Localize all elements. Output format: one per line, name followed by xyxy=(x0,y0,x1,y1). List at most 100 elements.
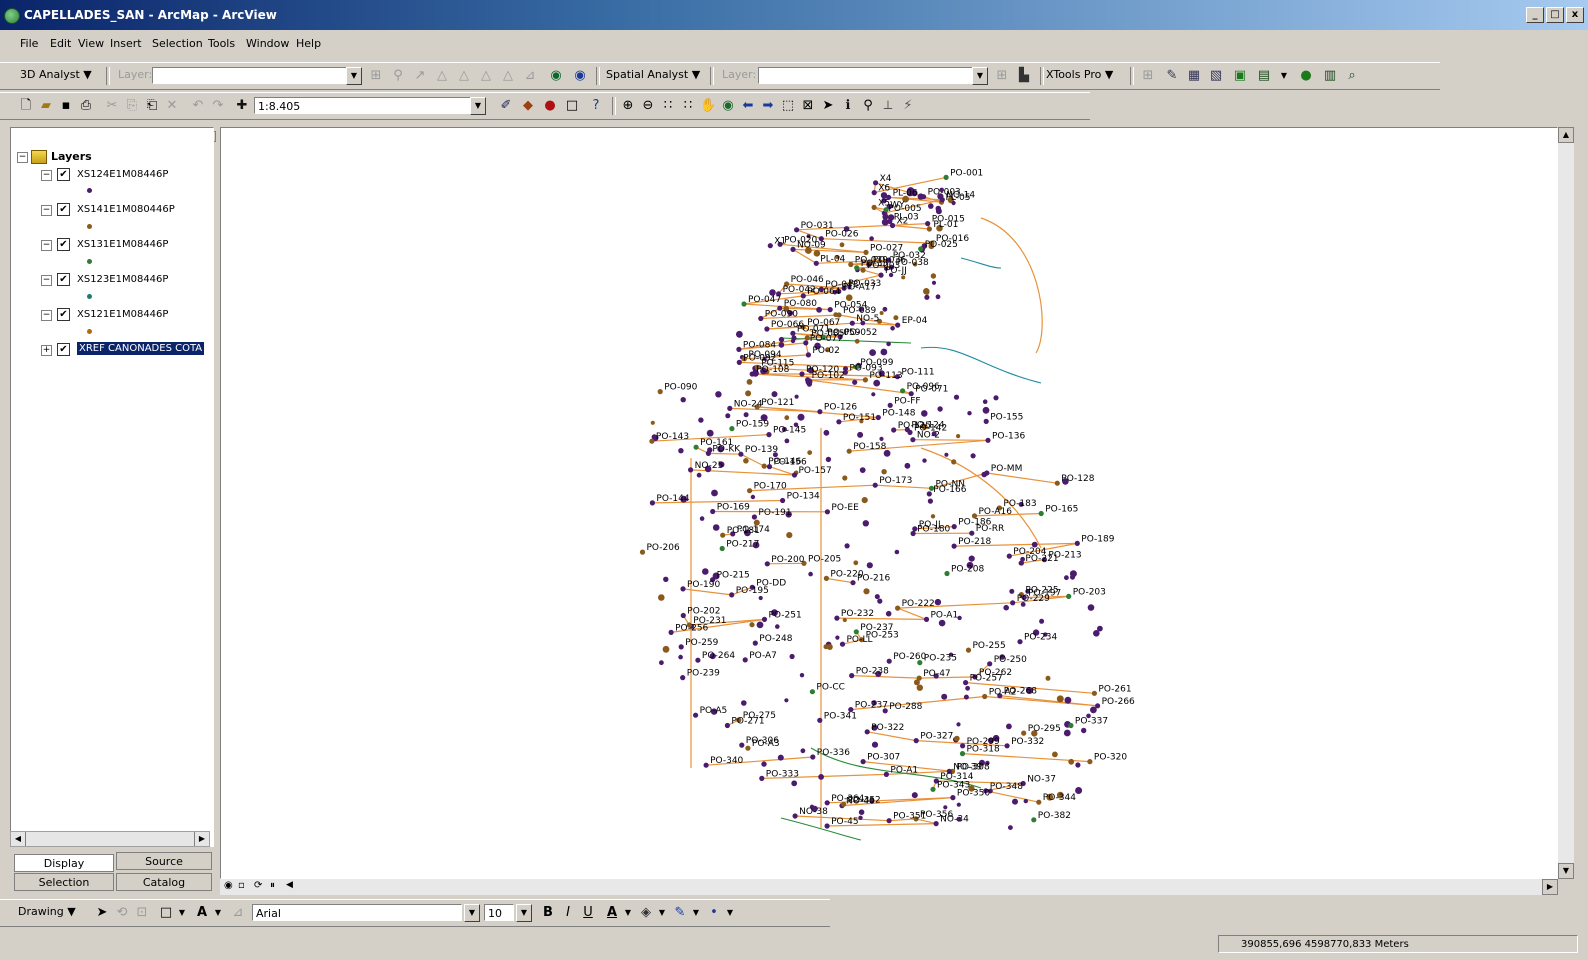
menu-view[interactable]: View xyxy=(78,37,104,50)
line-of-sight-icon[interactable]: ↗ xyxy=(412,68,428,84)
spatial-analyst-menu[interactable]: Spatial Analyst ▼ xyxy=(606,68,700,81)
layer-collapse-icon[interactable]: − xyxy=(41,240,52,251)
tab-source[interactable]: Source xyxy=(116,852,212,870)
command-line-icon[interactable]: □ xyxy=(564,98,580,114)
xtools-layout-icon[interactable]: ▤ xyxy=(1256,68,1272,84)
fill-color-icon[interactable]: ◈ xyxy=(638,905,654,921)
layer-collapse-icon[interactable]: − xyxy=(41,205,52,216)
clear-selection-icon[interactable]: ⊠ xyxy=(800,98,816,114)
forward-extent-icon[interactable]: ➡ xyxy=(760,98,776,114)
map-scale-input[interactable]: 1:8.405 xyxy=(254,97,484,114)
font-size-select[interactable]: 10 xyxy=(484,904,514,921)
redo-icon[interactable]: ↷ xyxy=(210,98,226,114)
scroll-right-icon[interactable]: ▶ xyxy=(1542,879,1558,895)
xtools-table-icon[interactable]: ⊞ xyxy=(1140,68,1156,84)
editor-toolbar-icon[interactable]: ✐ xyxy=(498,98,514,114)
data-view-icon[interactable]: ◉ xyxy=(224,880,233,891)
interpolate-point-icon[interactable]: △ xyxy=(456,68,472,84)
layer-collapse-icon[interactable]: − xyxy=(41,275,52,286)
contour-icon[interactable]: ⊞ xyxy=(368,68,384,84)
minimize-button[interactable]: _ xyxy=(1526,7,1544,23)
fixed-zoom-in-icon[interactable]: ∷ xyxy=(660,98,676,114)
new-document-icon[interactable]: 🗋 xyxy=(18,98,34,114)
new-text-icon[interactable]: A xyxy=(194,905,210,921)
menu-edit[interactable]: Edit xyxy=(50,37,71,50)
layer-expand-icon[interactable]: + xyxy=(41,345,52,356)
arcglobe-icon[interactable]: ◉ xyxy=(572,68,588,84)
xtools-grid-icon[interactable]: ▦ xyxy=(1186,68,1202,84)
menu-insert[interactable]: Insert xyxy=(110,37,142,50)
refresh-icon[interactable]: ⟳ xyxy=(254,880,262,891)
layer-name[interactable]: XS123E1M08446P xyxy=(77,274,168,285)
contour-spatial-icon[interactable]: ⊞ xyxy=(994,68,1010,84)
histogram-icon[interactable]: ▙ xyxy=(1016,68,1032,84)
layer-visibility-checkbox[interactable]: ✔ xyxy=(57,168,70,181)
back-extent-icon[interactable]: ⬅ xyxy=(740,98,756,114)
layer-name[interactable]: XS121E1M08446P xyxy=(77,309,168,320)
hyperlink-icon[interactable]: ⚡ xyxy=(900,98,916,114)
layout-view-icon[interactable]: ▫ xyxy=(238,880,245,891)
find-icon[interactable]: ⚲ xyxy=(860,98,876,114)
font-dropdown-icon[interactable]: ▼ xyxy=(464,904,480,922)
layer-name[interactable]: XS124E1M08446P xyxy=(77,169,168,180)
underline-button[interactable]: U xyxy=(580,905,596,921)
xtools-convert-icon[interactable]: ▧ xyxy=(1208,68,1224,84)
layer-collapse-icon[interactable]: − xyxy=(41,310,52,321)
save-icon[interactable]: ▪ xyxy=(58,98,74,114)
layer-visibility-checkbox[interactable]: ✔ xyxy=(57,273,70,286)
arctoolbox-icon[interactable]: ◆ xyxy=(520,98,536,114)
bold-button[interactable]: B xyxy=(540,905,556,921)
fill-color-dropdown-icon[interactable]: ▼ xyxy=(654,905,670,921)
spatial-layer-select[interactable] xyxy=(758,67,988,84)
text-dropdown-icon[interactable]: ▼ xyxy=(210,905,226,921)
cut-icon[interactable]: ✂ xyxy=(104,98,120,114)
layers-root-label[interactable]: Layers xyxy=(51,150,92,163)
font-color-icon[interactable]: A xyxy=(604,905,620,921)
pause-icon[interactable]: ⏸ xyxy=(270,880,275,891)
restore-button[interactable]: □ xyxy=(1546,7,1564,23)
font-color-dropdown-icon[interactable]: ▼ xyxy=(620,905,636,921)
rotate-icon[interactable]: ⟲ xyxy=(114,905,130,921)
map-display[interactable]: PO-001 X6 X4 PO-003 PL-05 PL-06 NO-14 PO-005 X5 W… xyxy=(220,127,1558,879)
rectangle-icon[interactable]: □ xyxy=(158,905,174,921)
tab-selection[interactable]: Selection xyxy=(14,873,114,891)
font-size-dropdown-icon[interactable]: ▼ xyxy=(516,904,532,922)
edit-vertices-icon[interactable]: ⊿ xyxy=(230,905,246,921)
map-horizontal-scrollbar[interactable]: ◉ ▫ ⟳ ⏸ ◀ ▶ xyxy=(220,879,1558,895)
scale-dropdown-icon[interactable]: ▼ xyxy=(470,97,486,115)
3d-analyst-menu[interactable]: 3D Analyst ▼ xyxy=(20,68,92,81)
scroll-left-icon[interactable]: ◀ xyxy=(11,832,26,846)
font-name-select[interactable]: Arial xyxy=(252,904,462,921)
scroll-right-icon[interactable]: ▶ xyxy=(194,832,209,846)
steepest-path-icon[interactable]: ⚲ xyxy=(390,68,406,84)
select-elements-icon[interactable]: ➤ xyxy=(94,905,110,921)
select-features-icon[interactable]: ⬚ xyxy=(780,98,796,114)
line-color-dropdown-icon[interactable]: ▼ xyxy=(688,905,704,921)
xtools-add-icon[interactable]: ▣ xyxy=(1232,68,1248,84)
whats-this-icon[interactable]: ? xyxy=(588,98,604,114)
menu-help[interactable]: Help xyxy=(296,37,321,50)
paste-icon[interactable]: ⎗ xyxy=(144,98,160,114)
xtools-pro-menu[interactable]: XTools Pro ▼ xyxy=(1046,68,1113,81)
fixed-zoom-out-icon[interactable]: ∷ xyxy=(680,98,696,114)
spatial-layer-dropdown-icon[interactable]: ▼ xyxy=(972,67,988,85)
interpolate-polygon-icon[interactable]: △ xyxy=(500,68,516,84)
line-color-icon[interactable]: ✎ xyxy=(672,905,688,921)
identify-icon[interactable]: ℹ xyxy=(840,98,856,114)
print-icon[interactable]: ⎙ xyxy=(78,98,94,114)
undo-icon[interactable]: ↶ xyxy=(190,98,206,114)
xtools-info-icon[interactable]: ● xyxy=(1298,68,1314,84)
scroll-left-icon[interactable]: ◀ xyxy=(286,880,293,890)
add-data-icon[interactable]: ✚ xyxy=(234,98,250,114)
xtools-search-icon[interactable]: ⌕ xyxy=(1344,68,1360,84)
layer-visibility-checkbox[interactable]: ✔ xyxy=(57,308,70,321)
layer-name[interactable]: XS141E1M080446P xyxy=(77,204,175,215)
marker-color-dropdown-icon[interactable]: ▼ xyxy=(722,905,738,921)
layer-visibility-checkbox[interactable]: ✔ xyxy=(57,343,70,356)
xtools-dropdown-icon[interactable]: ▼ xyxy=(1276,68,1292,84)
layer-name[interactable]: XREF CANONADES COTA xyxy=(77,342,205,355)
zoom-out-icon[interactable]: ⊖ xyxy=(640,98,656,114)
layer-name[interactable]: XS131E1M08446P xyxy=(77,239,168,250)
tab-display[interactable]: Display xyxy=(14,854,114,872)
3d-layer-select[interactable] xyxy=(152,67,362,84)
